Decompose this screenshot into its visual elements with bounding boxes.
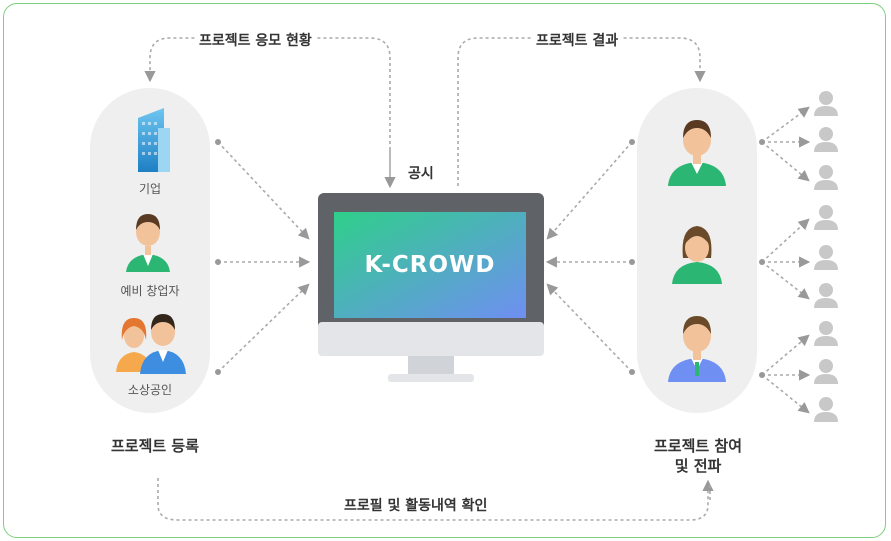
audience-person-icons	[814, 91, 838, 422]
right-group-caption-line2: 및 전파	[674, 457, 722, 475]
participant-woman-icon	[672, 226, 722, 284]
right-group-caption-line1: 프로젝트 참여	[653, 437, 743, 455]
participant-man-blue-icon	[668, 316, 726, 382]
participant-man-green-icon	[668, 120, 726, 186]
